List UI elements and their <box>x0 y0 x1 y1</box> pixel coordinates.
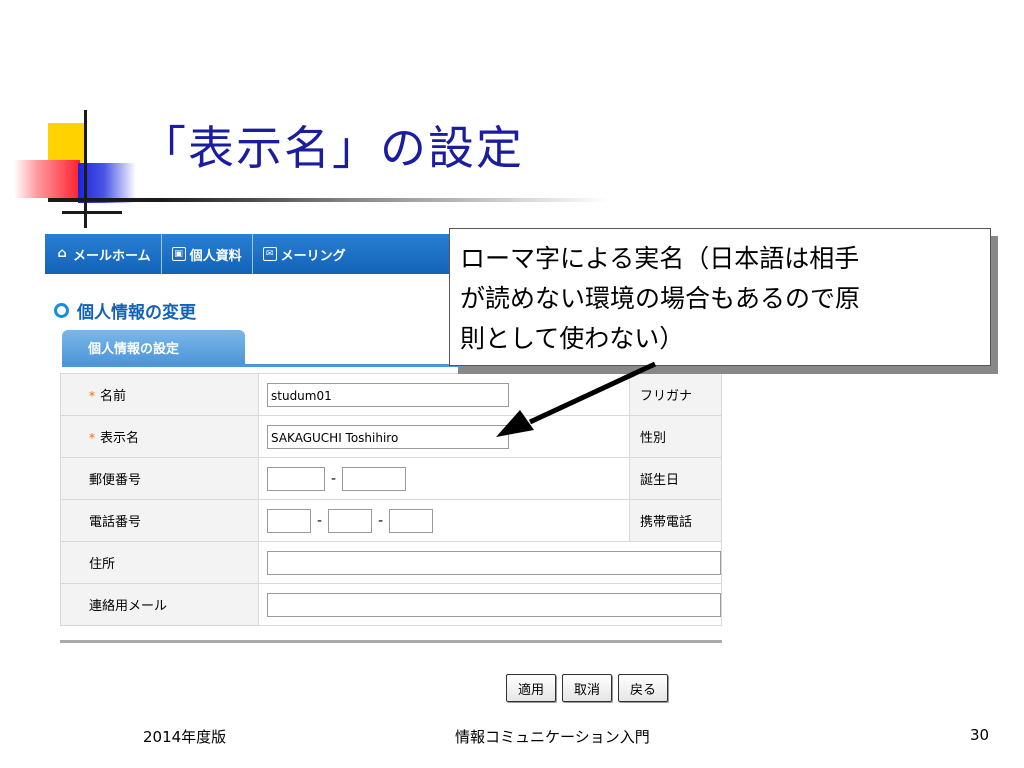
mail-icon: ✉ <box>262 247 277 261</box>
required-icon: * <box>89 389 95 403</box>
dash: - <box>331 470 337 487</box>
dash: - <box>378 512 384 529</box>
cancel-button[interactable]: 取消 <box>562 674 613 702</box>
address-label: 住所 <box>60 541 259 584</box>
button-group: 適用 取消 戻る <box>506 674 669 702</box>
phone-label: 電話番号 <box>60 499 259 542</box>
form-row-contact-mail: 連絡用メール <box>60 583 722 626</box>
contact-mail-input[interactable] <box>267 592 721 617</box>
gender-label: 性別 <box>629 415 722 458</box>
dash: - <box>317 512 323 529</box>
postal-label: 郵便番号 <box>60 457 259 500</box>
decoration-yellow-square <box>48 123 86 163</box>
phone-cell: -- <box>258 499 630 542</box>
form-row-display-name: * 表示名 SAKAGUCHI Toshihiro 性別 <box>60 415 722 458</box>
callout-line-1: ローマ字による実名（日本語は相手 <box>460 244 860 273</box>
contact-mail-cell <box>258 583 722 626</box>
personal-info-form: * 名前 studum01 フリガナ * 表示名 SAKAGUCHI Toshihi… <box>60 373 722 626</box>
required-icon: * <box>89 431 95 445</box>
birthday-label: 誕生日 <box>629 457 722 500</box>
address-book-icon: ▣ <box>171 247 186 261</box>
section-title: 個人情報の変更 <box>54 298 196 323</box>
display-name-cell: SAKAGUCHI Toshihiro <box>258 415 630 458</box>
page-number: 30 <box>970 726 990 744</box>
postal-input-1[interactable] <box>267 466 325 491</box>
address-cell <box>258 541 722 584</box>
nav-label: 個人資料 <box>189 248 242 264</box>
apply-button[interactable]: 適用 <box>506 674 557 702</box>
footer-year: 2014年度版 <box>143 728 227 746</box>
form-row-name: * 名前 studum01 フリガナ <box>60 373 722 416</box>
postal-cell: - <box>258 457 630 500</box>
decoration-horizontal-line <box>48 198 608 202</box>
postal-input-2[interactable] <box>342 466 407 491</box>
mobile-label: 携帯電話 <box>629 499 722 542</box>
callout-line-3: 則として使わない） <box>460 324 685 353</box>
phone-input-1[interactable] <box>267 508 311 533</box>
callout-line-2: が読めない環境の場合もあるので原 <box>460 284 861 313</box>
nav-item-mailing[interactable]: ✉ メーリング <box>253 234 356 274</box>
back-button[interactable]: 戻る <box>618 674 669 702</box>
nav-item-personal-data[interactable]: ▣ 個人資料 <box>162 234 253 274</box>
nav-item-mail-home[interactable]: ⌂ メールホーム <box>45 234 162 274</box>
footer-course: 情報コミュニケーション入門 <box>455 728 650 746</box>
display-name-input[interactable]: SAKAGUCHI Toshihiro <box>267 424 509 449</box>
name-input[interactable]: studum01 <box>267 382 509 407</box>
form-row-address: 住所 <box>60 541 722 584</box>
nav-label: メーリング <box>280 248 346 264</box>
display-name-label: * 表示名 <box>60 415 259 458</box>
phone-input-3[interactable] <box>389 508 434 533</box>
furigana-label: フリガナ <box>629 373 722 416</box>
phone-input-2[interactable] <box>328 508 373 533</box>
decoration-tick-line <box>62 211 122 214</box>
name-cell: studum01 <box>258 373 630 416</box>
name-label: * 名前 <box>60 373 259 416</box>
home-icon: ⌂ <box>57 246 67 261</box>
address-input[interactable] <box>267 550 721 575</box>
decoration-red-gradient <box>14 160 80 198</box>
tab-personal-settings[interactable]: 個人情報の設定 <box>62 330 245 364</box>
table-bottom-border <box>60 640 722 643</box>
circle-icon <box>54 303 69 318</box>
nav-label: メールホーム <box>73 248 151 264</box>
form-row-phone: 電話番号 -- 携帯電話 <box>60 499 722 542</box>
section-title-text: 個人情報の変更 <box>77 303 196 323</box>
callout-box: ローマ字による実名（日本語は相手 が読めない環境の場合もあるので原 則として使わ… <box>449 228 991 366</box>
contact-mail-label: 連絡用メール <box>60 583 259 626</box>
form-row-postal: 郵便番号 - 誕生日 <box>60 457 722 500</box>
slide-title: 「表示名」の設定 <box>140 121 524 175</box>
